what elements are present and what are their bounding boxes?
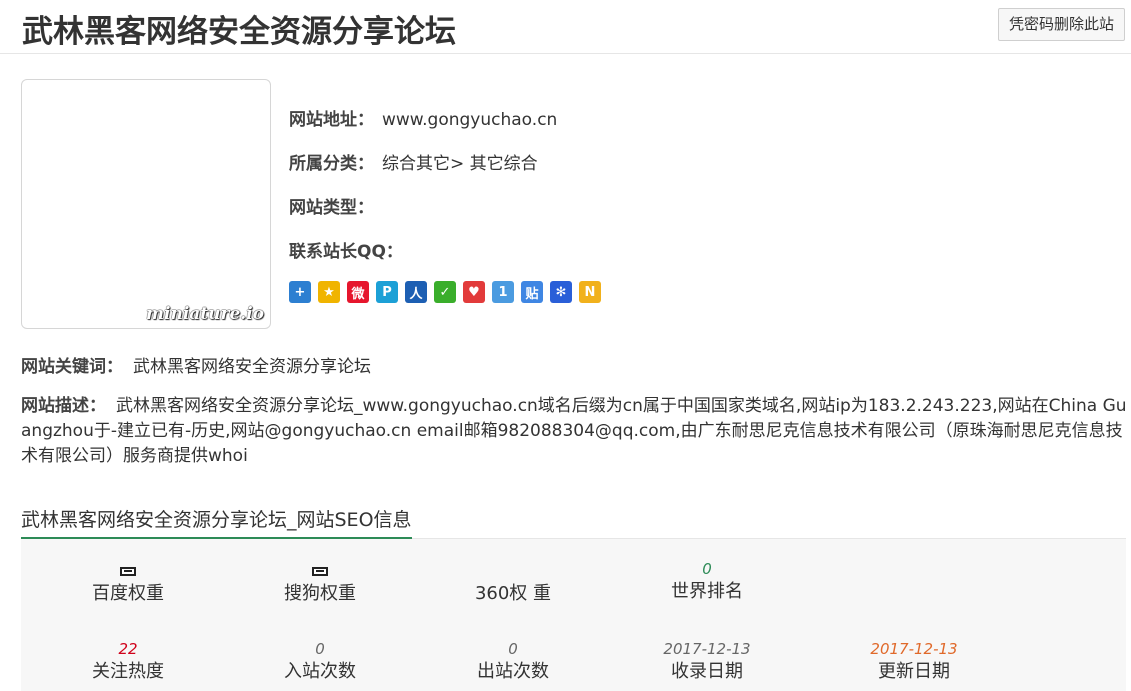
- sogou-weight-stat: 搜狗权重: [245, 561, 395, 607]
- baidu-weight-image-icon: [120, 567, 136, 576]
- updated-date-label: 更新日期: [878, 661, 950, 682]
- site-address-link[interactable]: www.gongyuchao.cn: [382, 110, 557, 130]
- site-address-label: 网站地址：: [289, 110, 374, 130]
- outbound-label: 出站次数: [477, 661, 549, 682]
- baidu-weight-stat: 百度权重: [53, 561, 203, 607]
- weight-360-label: 360权 重: [474, 583, 552, 604]
- inbound-label: 入站次数: [284, 661, 356, 682]
- baidu-icon[interactable]: ✻: [550, 281, 572, 303]
- description-block: 网站描述： 武林黑客网络安全资源分享论坛_www.gongyuchao.cn域名后…: [21, 394, 1129, 469]
- plus-share-icon[interactable]: +: [289, 281, 311, 303]
- world-rank-label: 世界排名: [671, 581, 743, 602]
- category-label: 所属分类：: [289, 154, 374, 174]
- keywords-row: 网站关键词： 武林黑客网络安全资源分享论坛: [21, 354, 371, 380]
- outbound-value: 0: [508, 640, 518, 658]
- attention-stat: 22 关注热度: [53, 639, 203, 685]
- wechat-icon[interactable]: ✓: [434, 281, 456, 303]
- page-header: 武林黑客网络安全资源分享论坛 凭密码删除此站: [0, 0, 1131, 54]
- attention-value: 22: [118, 640, 138, 658]
- keywords-value: 武林黑客网络安全资源分享论坛: [133, 357, 371, 377]
- site-info: 网站地址： www.gongyuchao.cn 所属分类： 综合其它> 其它综合 网…: [289, 106, 1109, 282]
- seo-section-title: 武林黑客网络安全资源分享论坛_网站SEO信息: [21, 506, 412, 539]
- tieba-icon[interactable]: 贴: [521, 281, 543, 303]
- keywords-label: 网站关键词：: [21, 357, 123, 377]
- baidu-weight-label: 百度权重: [92, 583, 164, 604]
- thumbnail-watermark: miniature.io: [146, 304, 264, 324]
- site-type-label: 网站类型：: [289, 198, 374, 218]
- site-thumbnail: miniature.io: [21, 79, 271, 329]
- world-rank-stat: 0 世界排名: [632, 559, 782, 605]
- page-title: 武林黑客网络安全资源分享论坛: [22, 14, 456, 50]
- updated-date-stat: 2017-12-13 更新日期: [839, 639, 989, 685]
- world-rank-value: 0: [702, 560, 712, 578]
- contact-qq-row: 联系站长QQ：: [289, 238, 1109, 282]
- one-icon[interactable]: 1: [492, 281, 514, 303]
- qzone-icon[interactable]: ★: [318, 281, 340, 303]
- tencent-weibo-icon[interactable]: P: [376, 281, 398, 303]
- delete-site-button[interactable]: 凭密码删除此站: [997, 8, 1125, 41]
- share-bar: + ★ 微 P 人 ✓ ♥ 1 贴 ✻ N: [289, 281, 601, 303]
- category-row: 所属分类： 综合其它> 其它综合: [289, 150, 1109, 194]
- weight-360-stat: 360权 重: [438, 561, 588, 607]
- category-value[interactable]: 综合其它> 其它综合: [382, 154, 538, 174]
- updated-date-value: 2017-12-13: [870, 640, 958, 658]
- contact-qq-label: 联系站长QQ：: [289, 242, 403, 262]
- sogou-weight-image-icon: [312, 567, 328, 576]
- inbound-value: 0: [315, 640, 325, 658]
- site-type-row: 网站类型：: [289, 194, 1109, 238]
- seo-section-header: 武林黑客网络安全资源分享论坛_网站SEO信息: [21, 506, 1126, 539]
- attention-label: 关注热度: [92, 661, 164, 682]
- indexed-date-stat: 2017-12-13 收录日期: [632, 639, 782, 685]
- indexed-date-value: 2017-12-13: [663, 640, 751, 658]
- description-value: 武林黑客网络安全资源分享论坛_www.gongyuchao.cn域名后缀为cn属…: [21, 396, 1127, 466]
- seo-stats-panel: 百度权重 搜狗权重 360权 重 0 世界排名 22 关注热度 0 入站次数 0…: [21, 539, 1126, 691]
- outbound-stat: 0 出站次数: [438, 639, 588, 685]
- n-share-icon[interactable]: N: [579, 281, 601, 303]
- heart-icon[interactable]: ♥: [463, 281, 485, 303]
- site-address-row: 网站地址： www.gongyuchao.cn: [289, 106, 1109, 150]
- description-label: 网站描述：: [21, 396, 106, 416]
- weibo-icon[interactable]: 微: [347, 281, 369, 303]
- renren-icon[interactable]: 人: [405, 281, 427, 303]
- inbound-stat: 0 入站次数: [245, 639, 395, 685]
- sogou-weight-label: 搜狗权重: [284, 583, 356, 604]
- indexed-date-label: 收录日期: [671, 661, 743, 682]
